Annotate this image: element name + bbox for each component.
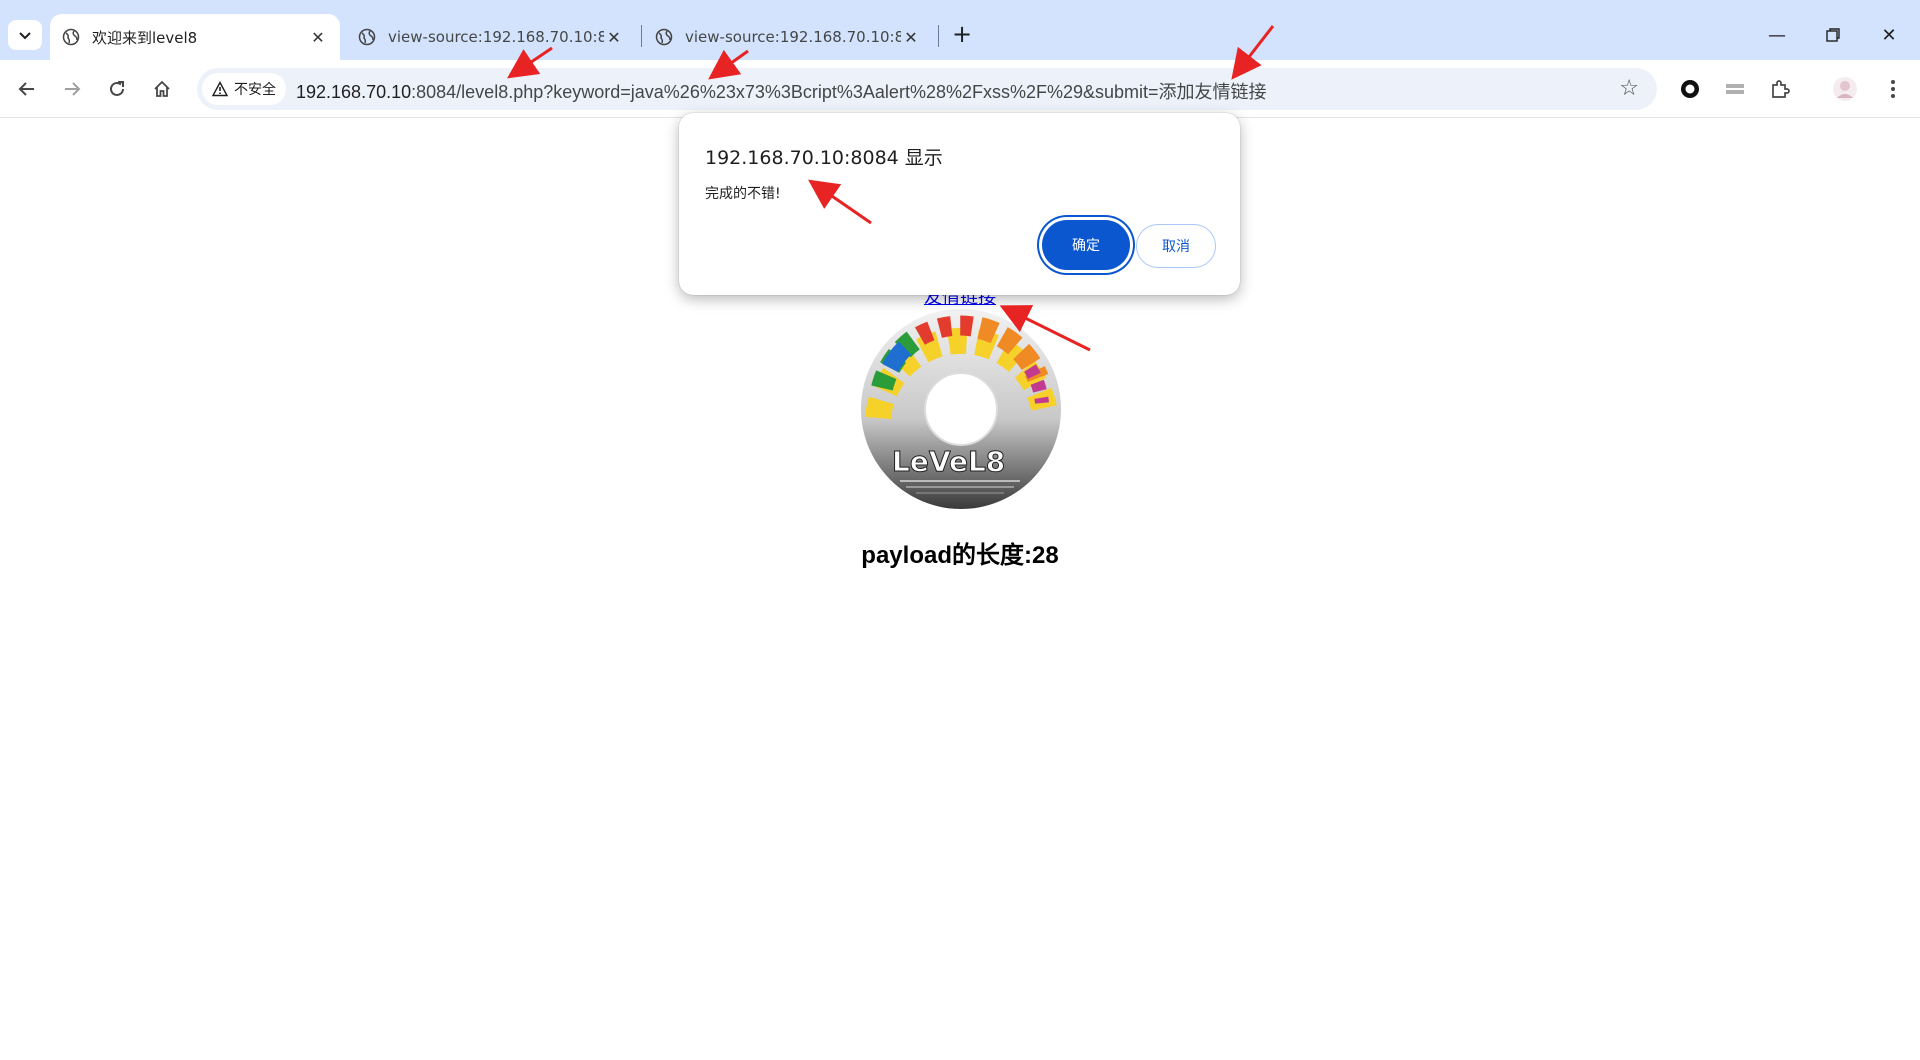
- security-label: 不安全: [234, 82, 276, 98]
- address-bar[interactable]: 不安全 192.168.70.10:8084/level8.php?keywor…: [197, 68, 1657, 110]
- warning-icon: [212, 81, 228, 97]
- restore-icon[interactable]: [1806, 18, 1860, 52]
- tab-title: 欢迎来到level8: [92, 28, 198, 47]
- toolbar: 不安全 192.168.70.10:8084/level8.php?keywor…: [0, 60, 1920, 118]
- reload-icon[interactable]: [100, 72, 134, 106]
- svg-text:LeVeL8: LeVeL8: [892, 445, 1005, 478]
- globe-icon: [62, 28, 80, 46]
- plus-icon[interactable]: +: [948, 20, 976, 48]
- tab-search-button[interactable]: [8, 20, 42, 50]
- kebab-menu-icon[interactable]: [1876, 72, 1910, 106]
- close-icon[interactable]: ✕: [604, 27, 624, 47]
- tab-title: view-source:192.168.70.10:80: [388, 28, 604, 46]
- back-icon[interactable]: [10, 72, 44, 106]
- dialog-title: 192.168.70.10:8084 显示: [705, 147, 943, 169]
- payload-length-heading: payload的长度:28: [861, 542, 1059, 569]
- tab-strip: 欢迎来到level8 ✕ view-source:192.168.70.10:8…: [0, 0, 1920, 60]
- tab-view-source-1[interactable]: view-source:192.168.70.10:80 ✕: [346, 14, 636, 60]
- tab-title: view-source:192.168.70.10:80: [685, 28, 901, 46]
- alert-dialog: 192.168.70.10:8084 显示 完成的不错! 确定 取消: [679, 113, 1240, 295]
- close-icon[interactable]: ✕: [308, 27, 328, 47]
- tab-level8[interactable]: 欢迎来到level8 ✕: [50, 14, 340, 60]
- security-chip[interactable]: 不安全: [202, 73, 286, 105]
- url-path: :8084/level8.php?keyword=java%26%23x73%3…: [411, 82, 1267, 102]
- record-icon[interactable]: [1673, 72, 1707, 106]
- dialog-message: 完成的不错!: [705, 186, 781, 202]
- close-icon[interactable]: ✕: [901, 27, 921, 47]
- globe-icon: [358, 28, 376, 46]
- globe-icon: [655, 28, 673, 46]
- forward-icon[interactable]: [55, 72, 89, 106]
- home-icon[interactable]: [145, 72, 179, 106]
- url-text[interactable]: 192.168.70.10:8084/level8.php?keyword=ja…: [296, 78, 1267, 104]
- profile-avatar[interactable]: [1828, 72, 1862, 106]
- chevron-down-icon: [19, 32, 31, 40]
- window-close-icon[interactable]: ✕: [1862, 18, 1916, 52]
- star-icon[interactable]: ☆: [1619, 76, 1639, 101]
- tab-separator: [641, 25, 642, 47]
- extensions-icon[interactable]: [1763, 72, 1797, 106]
- tab-separator: [938, 25, 939, 47]
- tab-strip-icon[interactable]: [1718, 72, 1752, 106]
- level8-disc-image: LeVeL8: [861, 309, 1061, 509]
- tab-view-source-2[interactable]: view-source:192.168.70.10:80 ✕: [643, 14, 933, 60]
- minimize-icon[interactable]: —: [1750, 18, 1804, 52]
- ok-button[interactable]: 确定: [1042, 220, 1130, 270]
- cancel-button[interactable]: 取消: [1136, 224, 1216, 268]
- url-host: 192.168.70.10: [296, 82, 412, 102]
